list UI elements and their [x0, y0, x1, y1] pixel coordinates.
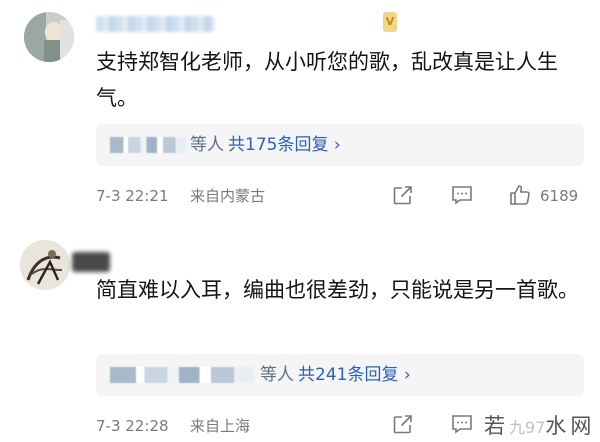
reply-summary[interactable]: 等人 共241条回复 › [96, 354, 584, 396]
comment-icon[interactable] [450, 184, 474, 206]
like-count: 6189 [540, 187, 579, 205]
reply-summary[interactable]: 等人 共175条回复 › [96, 124, 584, 166]
avatar[interactable] [20, 240, 70, 290]
username-blurred[interactable] [96, 16, 214, 32]
watermark: 若九97水网 [484, 410, 595, 440]
share-icon[interactable] [392, 184, 414, 206]
comment-time: 7-3 22:21 [96, 187, 169, 205]
reply-count-link[interactable]: 共241条回复 › [298, 354, 411, 396]
comment-icon[interactable] [450, 413, 474, 435]
comment-time: 7-3 22:28 [96, 417, 169, 435]
share-icon[interactable] [392, 413, 414, 435]
comment-text: 支持郑智化老师，从小听您的歌，乱改真是让人生气。 [96, 50, 558, 110]
watermark-right: 水网 [545, 414, 596, 438]
comment-location: 来自内蒙古 [190, 187, 266, 205]
thumbs-up-icon[interactable] [508, 183, 532, 207]
reply-count-link[interactable]: 共175条回复 › [228, 124, 341, 166]
watermark-mid: 九97 [509, 418, 546, 437]
username-blurred[interactable] [72, 252, 110, 272]
comment-location: 来自上海 [190, 417, 251, 435]
reply-users-suffix: 等人 [260, 365, 294, 385]
reply-users-blurred [110, 137, 186, 153]
vip-badge-icon: V [383, 12, 397, 32]
watermark-left: 若 [484, 414, 509, 438]
reply-users-suffix: 等人 [190, 135, 224, 155]
avatar[interactable] [24, 12, 74, 62]
comment-text: 简直难以入耳，编曲也很差劲，只能说是另一首歌。 [96, 278, 579, 302]
reply-users-blurred [110, 367, 254, 383]
